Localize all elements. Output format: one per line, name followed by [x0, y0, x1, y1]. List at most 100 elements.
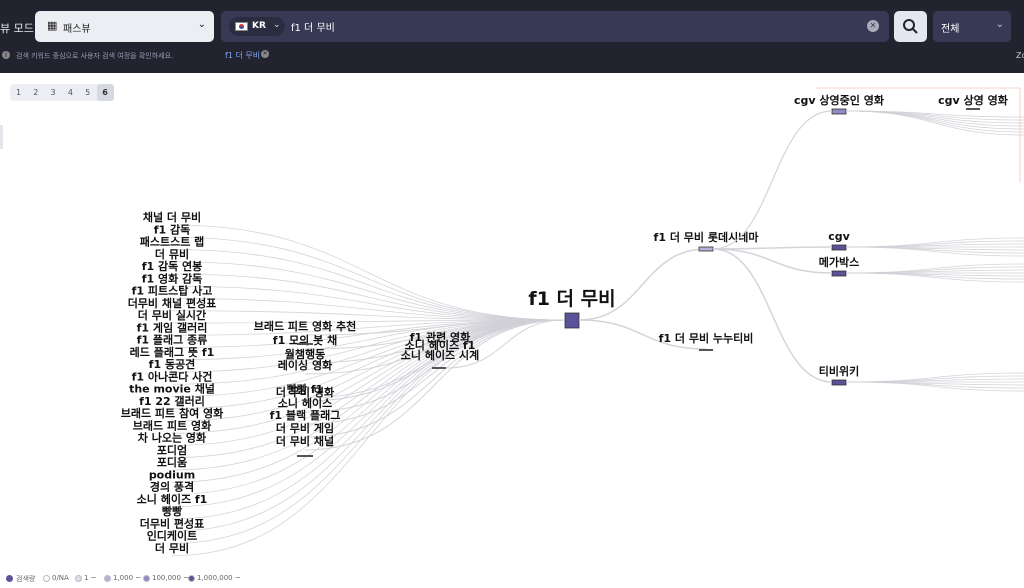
path-link [171, 319, 565, 434]
close-icon[interactable]: ✕ [261, 50, 269, 58]
path-link [845, 243, 1024, 248]
keyword-chip[interactable]: f1 더 무비 [225, 50, 260, 61]
chevron-down-icon: ⌄ [197, 19, 206, 30]
left-node-label[interactable]: f1 22 갤러리 [139, 394, 205, 408]
path-link [845, 110, 1024, 127]
far-right-node-label[interactable]: cgv [828, 230, 850, 243]
left-node-label[interactable]: 소니 헤이즈 f1 [137, 492, 208, 506]
view-mode-label: 뷰 모드 [0, 22, 34, 35]
right-node[interactable] [699, 349, 713, 351]
right-node-label[interactable]: f1 더 무비 롯데시네마 [654, 230, 760, 244]
left-node-label[interactable]: the movie 채널 [129, 382, 215, 396]
mid-node-label[interactable]: 소니 헤이스 [278, 396, 332, 410]
far-right-node-label[interactable]: 티비위키 [819, 364, 859, 378]
legend-item: 0/NA [52, 574, 69, 582]
left-node-label[interactable]: f1 플래그 종류 [137, 333, 208, 347]
view-mode-select[interactable]: ▦ 패스뷰 ⌄ [35, 11, 214, 42]
legend-title: 검색량 [16, 575, 36, 583]
legend-item: 1,000 ~ [113, 574, 142, 582]
korea-flag-icon [235, 22, 248, 31]
mid-node-label[interactable]: 브래드 피트 영화 추천 [254, 319, 357, 333]
mid-right-node[interactable] [432, 367, 446, 369]
left-node-label[interactable]: 빵빵 [162, 504, 182, 518]
path-link [845, 269, 1024, 274]
left-node-label[interactable]: 더무비 편성표 [140, 516, 205, 530]
legend-item: 1,000,000 ~ [197, 574, 241, 582]
left-node-label[interactable]: 채널 더 무비 [143, 210, 201, 224]
left-node-label[interactable]: 패스트스트 랩 [140, 235, 205, 249]
left-node-label[interactable]: 더 무비 실시간 [138, 308, 206, 322]
chevron-down-icon: ⌄ [995, 19, 1004, 30]
path-link [171, 319, 565, 544]
path-link [171, 319, 565, 446]
path-link [712, 248, 833, 274]
far-right-node-label[interactable]: cgv 상영중인 영화 [794, 93, 884, 107]
left-node-label[interactable]: f1 감독 [154, 222, 191, 236]
left-node-label[interactable]: 브래드 피트 영화 [133, 418, 212, 432]
map-icon: ▦ [47, 19, 58, 32]
legend-dot [43, 575, 50, 582]
country-code: KR [252, 21, 266, 31]
legend-dot [104, 575, 111, 582]
center-node[interactable] [564, 312, 580, 329]
path-graph: 채널 더 무비f1 감독패스트스트 랩더 뮤비f1 감독 연봉f1 영화 감독f… [121, 87, 1024, 557]
left-node-label[interactable]: f1 피트스탑 사고 [132, 284, 213, 298]
left-node-label[interactable]: 포디움 [157, 455, 187, 469]
path-link [171, 285, 565, 321]
search-button[interactable] [894, 11, 927, 42]
legend-dot [188, 575, 195, 582]
left-node-label[interactable]: f1 감독 연봉 [142, 259, 203, 273]
left-node-label[interactable]: 더 뮤비 [155, 247, 189, 261]
far-right-node[interactable] [831, 108, 847, 115]
mid-node[interactable] [297, 455, 313, 457]
left-node-label[interactable]: 경의 풍격 [150, 480, 194, 494]
path-link [712, 110, 833, 250]
search-bar[interactable]: KR ⌄ f1 더 무비 ✕ [221, 11, 889, 42]
path-link [171, 224, 565, 321]
far-right-node[interactable] [831, 379, 847, 386]
mid-node-label[interactable]: 레이싱 영화 [278, 358, 332, 372]
left-node-label[interactable]: f1 영화 감독 [142, 271, 203, 285]
scope-value: 전체 [941, 24, 960, 35]
search-icon [903, 19, 918, 34]
right-node-label[interactable]: f1 더 무비 누누티비 [659, 331, 754, 345]
clear-icon[interactable]: ✕ [867, 20, 879, 32]
left-node-label[interactable]: f1 동공견 [149, 357, 196, 371]
search-input[interactable]: f1 더 무비 [291, 19, 335, 34]
legend-dot [143, 575, 150, 582]
left-node-label[interactable]: 차 나오는 영화 [138, 431, 206, 445]
mid-node-label[interactable]: f1 블랙 플래그 [270, 408, 341, 422]
left-node-label[interactable]: f1 아나콘다 사건 [132, 369, 213, 383]
far-right-node[interactable] [831, 244, 847, 251]
country-select[interactable]: KR ⌄ [229, 17, 285, 36]
path-link [845, 378, 1024, 383]
left-node-label[interactable]: 브래드 피트 참여 영화 [121, 406, 224, 420]
left-node-label[interactable]: 더무비 채널 편성표 [128, 296, 217, 310]
center-node-label[interactable]: f1 더 무비 [528, 288, 615, 310]
far-right-node-label[interactable]: 메가박스 [819, 255, 859, 269]
left-node-label[interactable]: podium [149, 468, 195, 481]
path-link [171, 319, 565, 557]
right-node[interactable] [698, 246, 714, 252]
left-node-label[interactable]: 더 무비 [155, 541, 189, 555]
legend-item: 100,000 ~ [152, 574, 190, 582]
top-bar: 뷰 모드 ▦ 패스뷰 ⌄ KR ⌄ f1 더 무비 ✕ 전체 ⌄ Zo i 검색… [0, 0, 1024, 73]
mid-node-label[interactable]: 더 무비 게임 [276, 421, 334, 435]
far-right-node-label[interactable]: cgv 상영 영화 [938, 93, 1008, 107]
left-node-label[interactable]: f1 게임 갤러리 [137, 320, 208, 334]
far-right-node[interactable] [966, 108, 980, 110]
left-node-label[interactable]: 포디엄 [157, 443, 187, 457]
hint-text: 검색 키워드 중심으로 사용자 검색 여정을 확인하세요. [16, 52, 174, 60]
path-link [171, 319, 565, 471]
mid-node-label[interactable]: 더 무비 채널 [276, 434, 334, 448]
left-node-label[interactable]: 레드 플래그 뜻 f1 [130, 345, 215, 359]
info-icon: i [2, 51, 10, 59]
path-link [171, 273, 565, 321]
path-link [171, 236, 565, 321]
left-node-label[interactable]: 인디케이트 [147, 529, 198, 543]
mid-node[interactable] [297, 343, 313, 345]
view-mode-value: 패스뷰 [63, 24, 91, 35]
scope-select[interactable]: 전체 ⌄ [933, 11, 1011, 42]
mid-right-node-label[interactable]: 소니 헤이즈 시계 [401, 348, 480, 362]
far-right-node[interactable] [831, 270, 847, 277]
